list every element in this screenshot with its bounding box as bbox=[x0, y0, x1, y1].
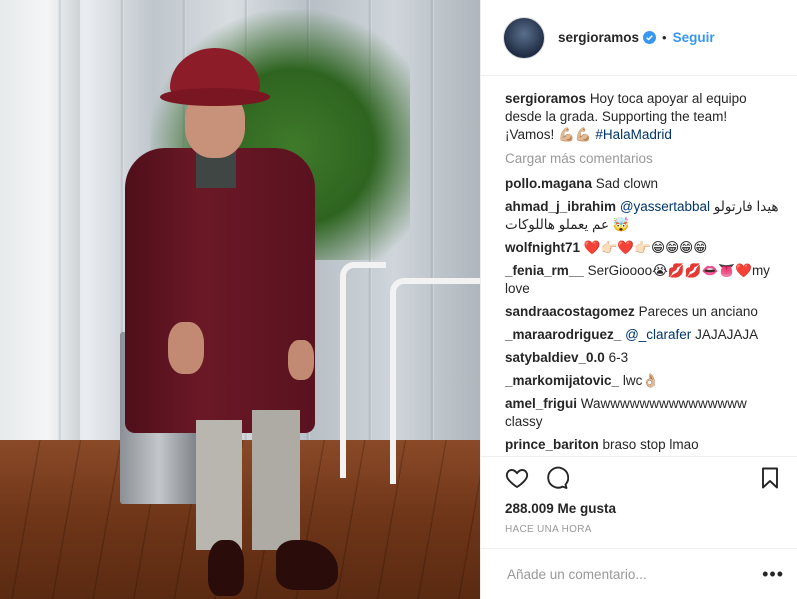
comment-text: Sad clown bbox=[595, 176, 659, 191]
photo-person-hat-brim bbox=[160, 88, 270, 106]
comment-username[interactable]: amel_frigui bbox=[505, 396, 577, 411]
comment-username[interactable]: _markomijatovic_ bbox=[505, 373, 619, 388]
photo-person-hand bbox=[168, 322, 204, 374]
caption-username[interactable]: sergioramos bbox=[505, 91, 586, 106]
list-item: _markomijatovic_ lwc👌🏼 bbox=[505, 372, 780, 390]
photo-railing bbox=[390, 278, 480, 484]
add-comment-bar: ••• bbox=[481, 548, 797, 599]
photo-person-hand bbox=[288, 340, 314, 380]
comment-mention[interactable]: @_clarafer bbox=[625, 327, 691, 342]
comment-username[interactable]: _fenia_rm__ bbox=[505, 263, 584, 278]
list-item: _fenia_rm__ SerGioooo😭💋💋👄👅❤️my love bbox=[505, 262, 780, 298]
comment-text: 6-3 bbox=[608, 350, 629, 365]
post-caption: sergioramos Hoy toca apoyar al equipo de… bbox=[505, 90, 780, 144]
header-username[interactable]: sergioramos bbox=[558, 30, 639, 45]
post-side-panel: sergioramos • Seguir sergioramos Hoy toc… bbox=[480, 0, 797, 599]
photo-person-leg bbox=[196, 420, 242, 550]
header-separator: • bbox=[662, 30, 667, 45]
list-item: sandraacostagomez Pareces un anciano bbox=[505, 303, 780, 321]
photo-person-leg bbox=[252, 410, 300, 550]
list-item: pollo.magana Sad clown bbox=[505, 175, 780, 193]
list-item: prince_bariton braso stop lmao bbox=[505, 436, 780, 454]
likes-count[interactable]: 288.009 Me gusta bbox=[505, 501, 782, 516]
follow-button[interactable]: Seguir bbox=[673, 30, 715, 45]
comment-input[interactable] bbox=[505, 565, 763, 583]
comment-mention[interactable]: @yassertabbal bbox=[620, 199, 710, 214]
comment-username[interactable]: pollo.magana bbox=[505, 176, 592, 191]
comment-icon[interactable] bbox=[545, 466, 569, 490]
comment-text: braso stop lmao bbox=[602, 437, 699, 452]
photo-person-shoe bbox=[208, 540, 244, 596]
post-header: sergioramos • Seguir bbox=[481, 0, 797, 76]
post-timestamp[interactable]: HACE UNA HORA bbox=[505, 524, 782, 535]
load-more-comments-button[interactable]: Cargar más comentarios bbox=[505, 150, 780, 168]
post-photo[interactable] bbox=[0, 0, 480, 599]
list-item: satybaldiev_0.0 6-3 bbox=[505, 349, 780, 367]
avatar[interactable] bbox=[503, 16, 545, 59]
list-item: ahmad_j_ibrahim @yassertabbal هيدا فارتو… bbox=[505, 198, 780, 234]
comment-text: Pareces un anciano bbox=[638, 304, 758, 319]
heart-icon[interactable] bbox=[505, 466, 529, 490]
action-icons-row bbox=[505, 457, 782, 499]
comments-list[interactable]: sergioramos Hoy toca apoyar al equipo de… bbox=[481, 76, 797, 456]
comment-text: JAJAJAJA bbox=[691, 327, 759, 342]
post-actions: 288.009 Me gusta HACE UNA HORA bbox=[481, 456, 797, 548]
list-item: _maraarodriguez_ @_clarafer JAJAJAJA bbox=[505, 326, 780, 344]
comment-username[interactable]: ahmad_j_ibrahim bbox=[505, 199, 616, 214]
comment-username[interactable]: satybaldiev_0.0 bbox=[505, 350, 605, 365]
photo-railing bbox=[340, 262, 386, 478]
list-item: wolfnight71 ❤️👉🏻❤️👉🏻😁😁😁😁 bbox=[505, 239, 780, 257]
comment-username[interactable]: _maraarodriguez_ bbox=[505, 327, 621, 342]
list-item: amel_frigui Wawwwwwwwwwwwwwww classy bbox=[505, 395, 780, 431]
caption-hashtag[interactable]: #HalaMadrid bbox=[595, 127, 672, 142]
photo-person-coat bbox=[125, 148, 315, 433]
comment-username[interactable]: prince_bariton bbox=[505, 437, 599, 452]
comment-text: ❤️👉🏻❤️👉🏻😁😁😁😁 bbox=[583, 240, 708, 255]
comment-text: lwc👌🏼 bbox=[622, 373, 660, 388]
verified-icon bbox=[643, 31, 657, 44]
more-options-button[interactable]: ••• bbox=[762, 565, 784, 583]
comment-username[interactable]: wolfnight71 bbox=[505, 240, 580, 255]
bookmark-icon[interactable] bbox=[758, 466, 782, 490]
comment-username[interactable]: sandraacostagomez bbox=[505, 304, 635, 319]
